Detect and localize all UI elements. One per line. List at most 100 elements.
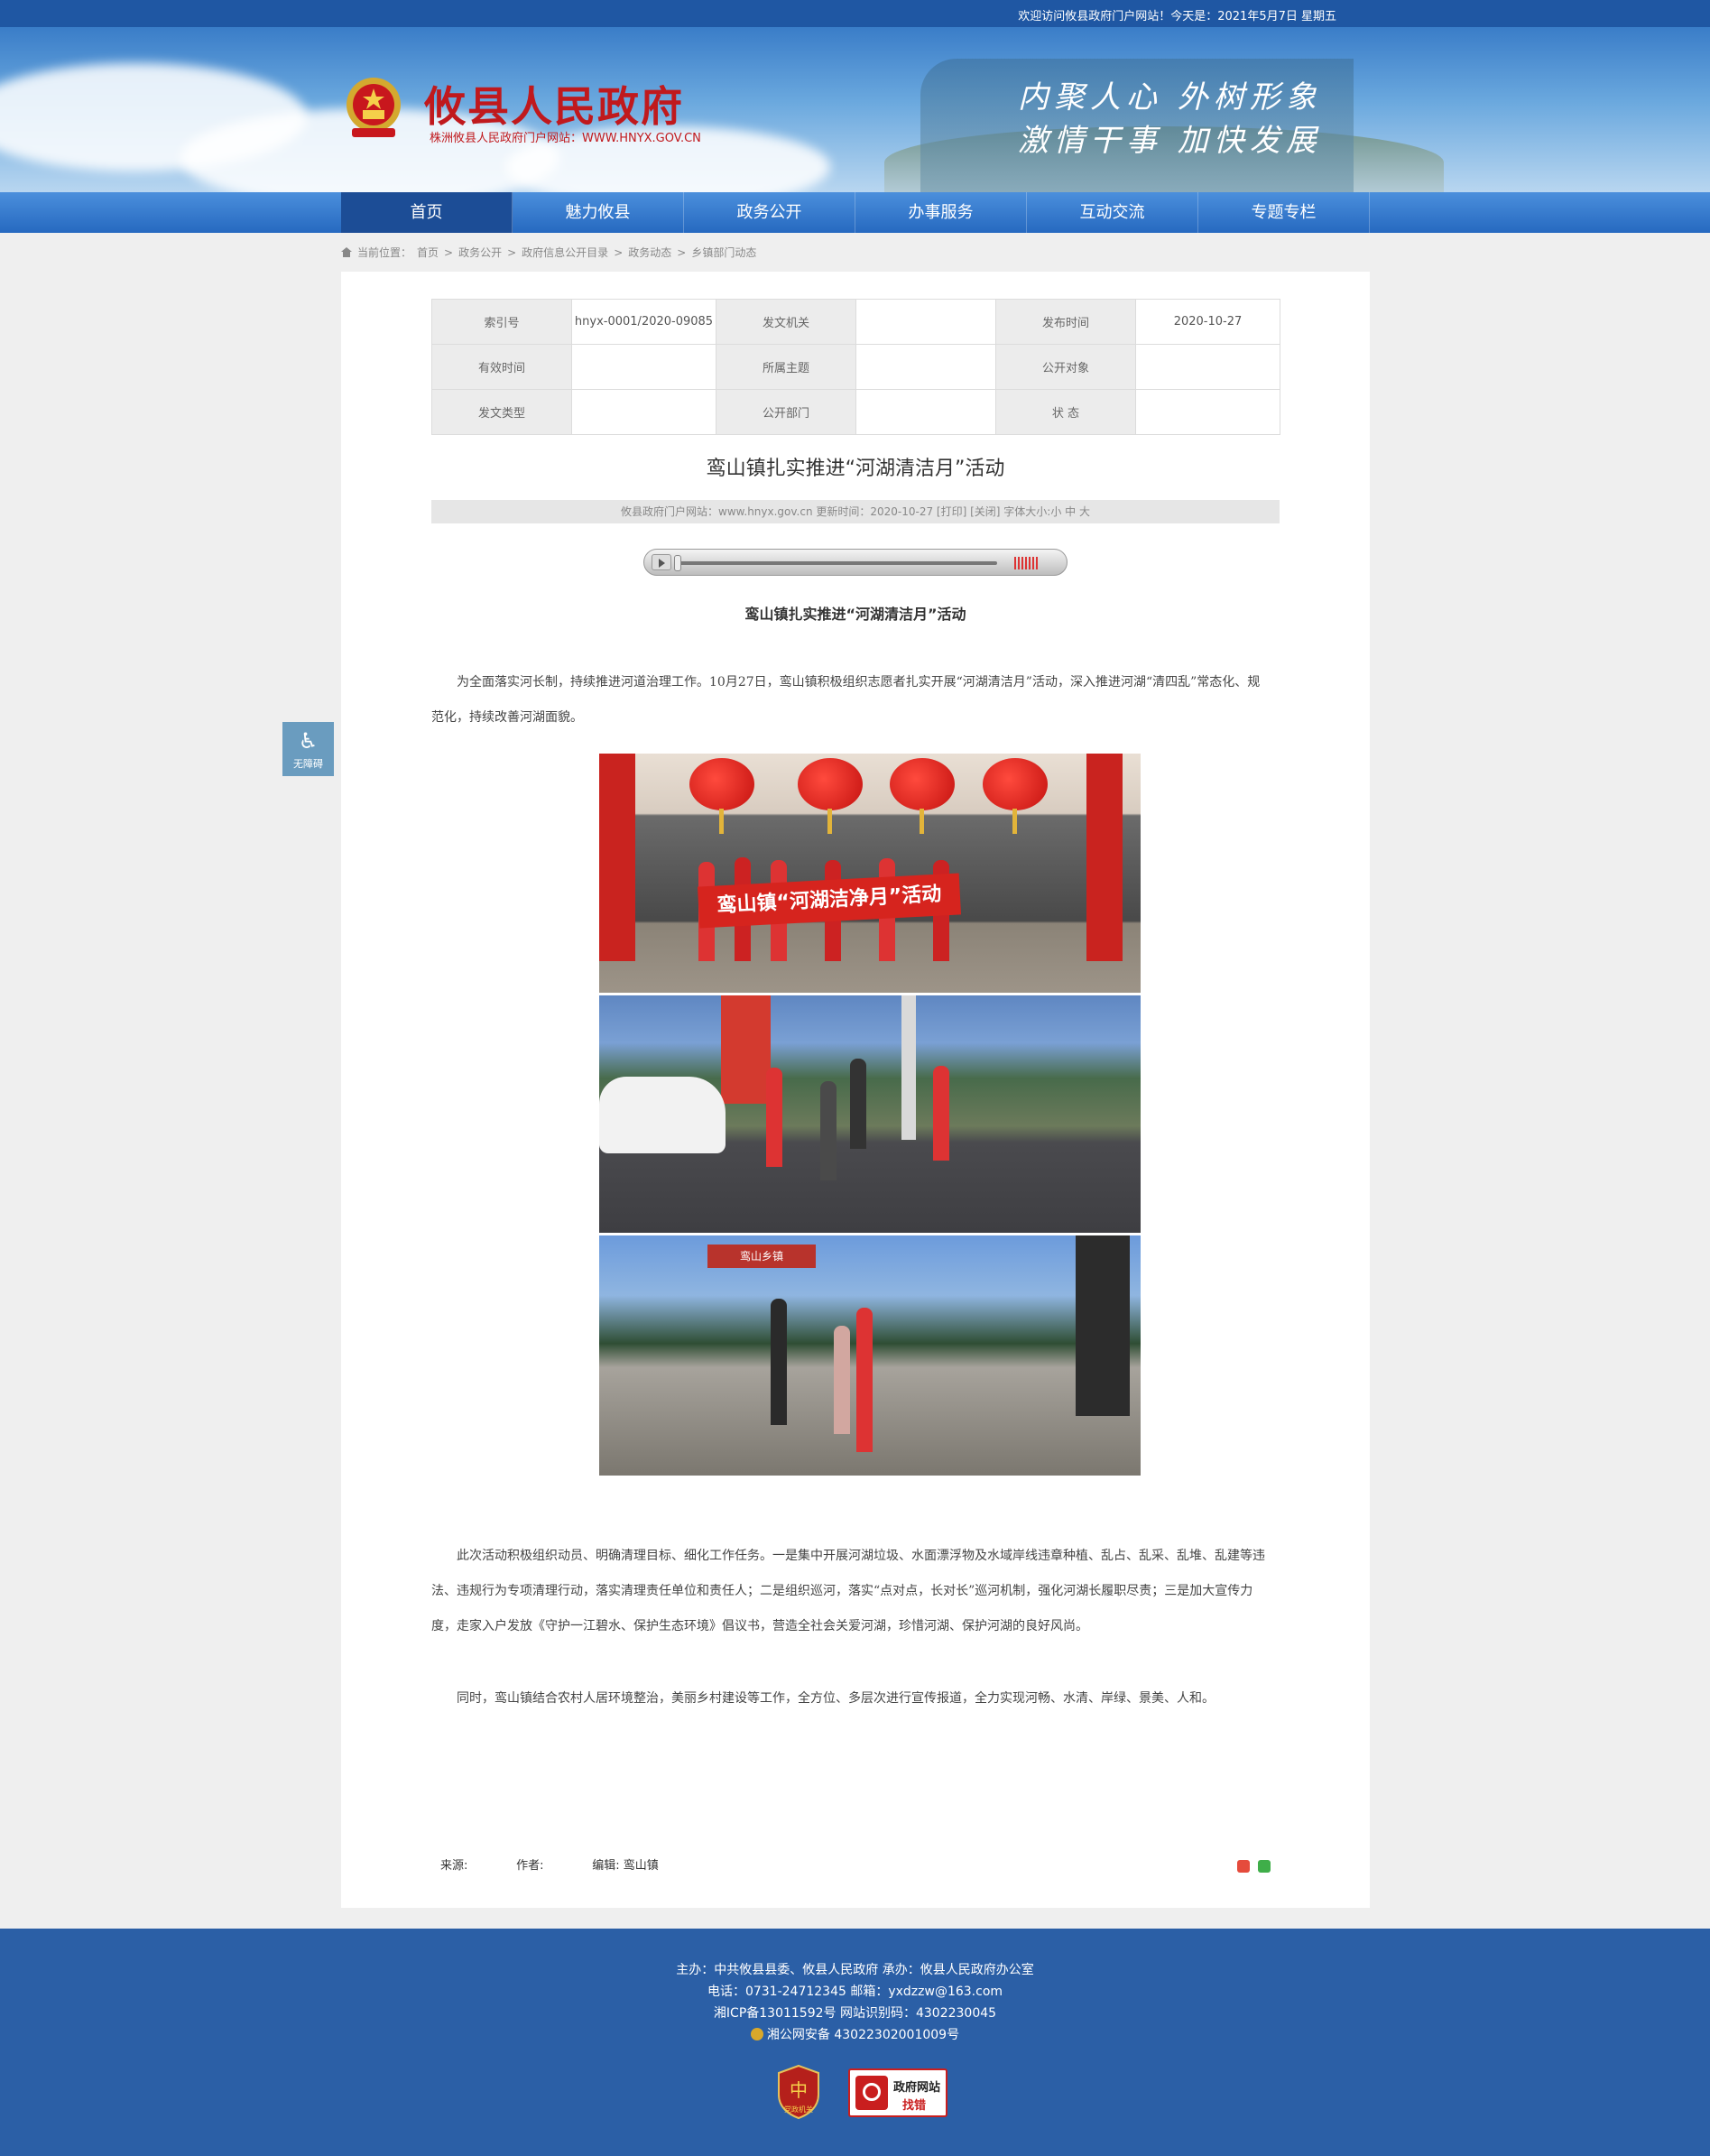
metadata-key: 发布时间 xyxy=(995,299,1136,345)
metadata-key: 公开部门 xyxy=(716,389,856,435)
metadata-key: 索引号 xyxy=(431,299,572,345)
nav-item-charm-youxian[interactable]: 魅力攸县 xyxy=(513,192,684,233)
metadata-value: hnyx-0001/2020-09085 xyxy=(571,299,716,345)
breadcrumb-item[interactable]: 首页 xyxy=(417,245,439,260)
volume-icon[interactable] xyxy=(1014,557,1040,569)
metadata-key: 有效时间 xyxy=(431,344,572,390)
metadata-row: 有效时间 所属主题 公开对象 xyxy=(431,344,1280,390)
metadata-key: 状 态 xyxy=(995,389,1136,435)
breadcrumb-separator: > xyxy=(444,245,454,259)
article-paragraph: 为全面落实河长制，持续推进河道治理工作。10月27日，鸾山镇积极组织志愿者扎实开… xyxy=(431,675,1261,725)
article-subheading: 鸾山镇扎实推进“河湖清洁月”活动 xyxy=(744,606,966,623)
metadata-value xyxy=(571,389,716,435)
article-paragraph: 此次活动积极组织动员、明确清理目标、细化工作任务。一是集中开展河湖垃圾、水面漂浮… xyxy=(431,1549,1265,1633)
footer-sponsor: 主办：中共攸县县委、攸县人民政府 承办：攸县人民政府办公室 xyxy=(676,1963,1034,1977)
breadcrumb-item[interactable]: 乡镇部门动态 xyxy=(691,245,756,260)
metadata-value xyxy=(1135,344,1280,390)
article-panel: 索引号 hnyx-0001/2020-09085 发文机关 发布时间 2020-… xyxy=(341,272,1370,1908)
pillar-decoration xyxy=(599,754,635,961)
photo-house-visit: 鸾山乡镇 xyxy=(599,1235,1141,1476)
footer-icp[interactable]: 湘ICP备13011592号 网站识别码：4302230045 xyxy=(0,2003,1710,2022)
wall-decoration xyxy=(721,995,771,1104)
source-label: 来源: xyxy=(440,1859,468,1873)
weibo-share-icon[interactable] xyxy=(1237,1860,1250,1873)
lantern-decoration xyxy=(689,758,754,834)
breadcrumb-prefix: 当前位置： xyxy=(357,246,412,259)
main-nav: 首页 魅力攸县 政务公开 办事服务 互动交流 专题专栏 xyxy=(0,192,1710,233)
person-figure xyxy=(771,1299,787,1425)
breadcrumb-separator: > xyxy=(507,245,517,259)
person-figure xyxy=(856,1308,873,1452)
metadata-value xyxy=(571,344,716,390)
editor-label: 编辑: xyxy=(592,1859,620,1873)
editor-name: 鸾山镇 xyxy=(623,1859,659,1873)
nav-item-special-topics[interactable]: 专题专栏 xyxy=(1198,192,1370,233)
breadcrumb-separator: > xyxy=(614,245,624,259)
nav-item-interaction[interactable]: 互动交流 xyxy=(1027,192,1198,233)
gov-website-error-report-badge[interactable]: 政府网站 找错 xyxy=(848,2068,947,2117)
metadata-value: 2020-10-27 xyxy=(1135,299,1280,345)
party-government-badge-icon[interactable]: 中 党政机关 xyxy=(776,2064,821,2120)
article-info-bar[interactable]: 攸县政府门户网站：www.hnyx.gov.cn 更新时间：2020-10-27… xyxy=(431,500,1280,523)
breadcrumb: 当前位置： 首页 > 政务公开 > 政府信息公开目录 > 政务动态 > 乡镇部门… xyxy=(341,245,756,260)
slogan-line-1: 内聚人心 外树形象 xyxy=(1018,79,1322,116)
metadata-value xyxy=(855,299,996,345)
shop-sign: 鸾山乡镇 xyxy=(707,1245,816,1268)
site-footer: 主办：中共攸县县委、攸县人民政府 承办：攸县人民政府办公室 电话：0731-24… xyxy=(0,1929,1710,2156)
lantern-decoration xyxy=(798,758,863,834)
footer-police-record-text: 湘公网安备 43022302001009号 xyxy=(766,2028,960,2042)
photo-group-banner: 鸾山镇“河湖洁净月”活动 xyxy=(599,754,1141,993)
site-title[interactable]: 攸县人民政府 xyxy=(424,74,684,134)
nav-item-home[interactable]: 首页 xyxy=(341,192,513,233)
lantern-decoration xyxy=(983,758,1048,834)
metadata-key: 公开对象 xyxy=(995,344,1136,390)
badge-caption: 党政机关 xyxy=(784,2105,813,2114)
play-icon[interactable] xyxy=(652,554,671,570)
welcome-text: 欢迎访问攸县政府门户网站！今天是：2021年5月7日 星期五 xyxy=(1018,10,1336,23)
police-badge-icon xyxy=(750,2028,763,2040)
metadata-key: 发文类型 xyxy=(431,389,572,435)
accessibility-button[interactable]: ♿ 无障碍 xyxy=(282,722,334,776)
national-emblem-icon xyxy=(347,78,401,137)
breadcrumb-separator: > xyxy=(677,245,687,259)
breadcrumb-item[interactable]: 政府信息公开目录 xyxy=(522,245,608,260)
lantern-decoration xyxy=(890,758,955,834)
breadcrumb-item[interactable]: 政务公开 xyxy=(458,245,502,260)
site-header: 攸县人民政府 株洲攸县人民政府门户网站：WWW.HNYX.GOV.CN 内聚人心… xyxy=(0,27,1710,192)
badge-subtitle: 找错 xyxy=(902,2099,927,2113)
article-paragraph: 同时，鸾山镇结合农村人居环境整治，美丽乡村建设等工作，全方位、多层次进行宣传报道… xyxy=(457,1691,1215,1706)
svg-text:中: 中 xyxy=(790,2079,808,2101)
pole-decoration xyxy=(901,995,916,1140)
author-label: 作者: xyxy=(516,1859,544,1873)
wechat-share-icon[interactable] xyxy=(1258,1860,1271,1873)
photo-roadside-volunteers xyxy=(599,995,1141,1233)
pillar-decoration xyxy=(1086,754,1123,961)
metadata-row: 发文类型 公开部门 状 态 xyxy=(431,389,1280,435)
metadata-key: 所属主题 xyxy=(716,344,856,390)
nav-item-government-affairs[interactable]: 政务公开 xyxy=(684,192,855,233)
breadcrumb-item[interactable]: 政务动态 xyxy=(628,245,671,260)
article-photo-collage: 鸾山镇“河湖洁净月”活动 鸾山乡镇 xyxy=(599,754,1141,1476)
metadata-value xyxy=(855,344,996,390)
footer-contact: 电话：0731-24712345 邮箱：yxdzzw@163.com xyxy=(707,1985,1003,1999)
badge-title: 政府网站 xyxy=(893,2081,941,2095)
metadata-key: 发文机关 xyxy=(716,299,856,345)
footer-police-record[interactable]: 湘公网安备 43022302001009号 xyxy=(0,2025,1710,2043)
audio-player[interactable] xyxy=(643,549,1068,576)
metadata-row: 索引号 hnyx-0001/2020-09085 发文机关 发布时间 2020-… xyxy=(431,299,1280,345)
slogan-line-2: 激情干事 加快发展 xyxy=(1018,123,1322,159)
article-title: 鸾山镇扎实推进“河湖清洁月”活动 xyxy=(706,458,1005,480)
wheelchair-icon: ♿ xyxy=(298,728,319,754)
nav-item-services[interactable]: 办事服务 xyxy=(855,192,1027,233)
audio-progress-handle[interactable] xyxy=(674,555,681,571)
article-footer: 来源: 作者: 编辑: 鸾山镇 xyxy=(440,1855,659,1873)
metadata-table: 索引号 hnyx-0001/2020-09085 发文机关 发布时间 2020-… xyxy=(431,299,1280,435)
metadata-value xyxy=(1135,389,1280,435)
top-bar: 欢迎访问攸县政府门户网站！今天是：2021年5月7日 星期五 xyxy=(0,0,1710,27)
person-figure xyxy=(834,1326,850,1434)
person-figure xyxy=(933,1066,949,1161)
audio-progress-track[interactable] xyxy=(677,561,997,565)
car-decoration xyxy=(599,1077,726,1153)
person-figure xyxy=(766,1068,782,1167)
home-icon xyxy=(341,247,352,257)
